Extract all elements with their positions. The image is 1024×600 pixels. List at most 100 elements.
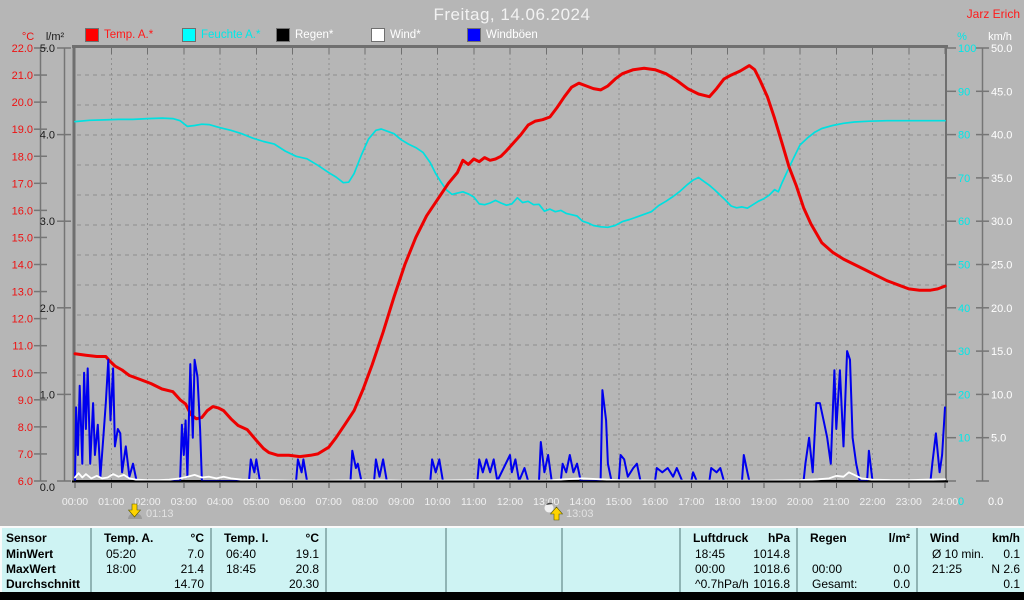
temp-tick-label: 18.0 bbox=[12, 151, 33, 163]
min-time: 18:45 bbox=[695, 547, 726, 561]
max-time: 00:00 bbox=[695, 562, 726, 576]
avg-time: ^0.7hPa/h bbox=[695, 577, 749, 591]
temp-tick-label: 8.0 bbox=[18, 422, 33, 434]
min-value: 7.0 bbox=[187, 547, 204, 561]
sensor-name: Luftdruck bbox=[693, 531, 749, 545]
table-cell-max: 21:25 N 2.6 bbox=[918, 562, 1024, 577]
stats-table: Sensor MinWert MaxWert Durchschnitt Temp. A.… bbox=[0, 526, 1024, 592]
table-col-empty-4 bbox=[561, 528, 679, 592]
temp-axis-unit: °C bbox=[22, 31, 34, 43]
table-cell-min bbox=[798, 547, 916, 562]
x-axis-label: 16:00 bbox=[642, 496, 668, 508]
max-value: 0.0 bbox=[893, 562, 910, 576]
table-col-regen: Regen l/m² 00:00 0.0 Gesamt: 0.0 bbox=[796, 528, 916, 592]
table-row-label: MaxWert bbox=[2, 562, 90, 577]
temp-tick-label: 11.0 bbox=[12, 341, 33, 353]
x-axis-label: 19:00 bbox=[751, 496, 777, 508]
x-axis-label: 21:00 bbox=[823, 496, 849, 508]
windspeed-tick-label: 45.0 bbox=[991, 86, 1012, 98]
min-value: 19.1 bbox=[295, 547, 319, 561]
sensor-unit: °C bbox=[190, 531, 204, 545]
x-axis-label: 10:00 bbox=[424, 496, 450, 508]
max-value: 1018.6 bbox=[753, 562, 790, 576]
temp-tick-label: 6.0 bbox=[18, 476, 33, 488]
x-axis-label: 03:00 bbox=[171, 496, 197, 508]
table-col-empty-2 bbox=[325, 528, 445, 592]
table-cell-avg bbox=[447, 577, 561, 592]
table-col-header: Temp. A. °C bbox=[92, 528, 210, 547]
temp-tick-label: 21.0 bbox=[12, 70, 33, 82]
table-cell-max bbox=[563, 562, 679, 577]
table-row-label: Durchschnitt bbox=[2, 577, 90, 592]
table-cell-min: 05:20 7.0 bbox=[92, 547, 210, 562]
table-cell-avg bbox=[327, 577, 445, 592]
temp-tick-label: 10.0 bbox=[12, 368, 33, 380]
x-axis-label: 08:00 bbox=[352, 496, 378, 508]
x-axis-label: 12:00 bbox=[497, 496, 523, 508]
windspeed-tick-label: 35.0 bbox=[991, 173, 1012, 185]
humidity-tick-label: 10 bbox=[958, 433, 970, 445]
row-label-text: MinWert bbox=[6, 547, 54, 561]
max-time: 18:45 bbox=[226, 562, 257, 576]
table-col-empty-3 bbox=[445, 528, 561, 592]
windspeed-tick-label: 15.0 bbox=[991, 346, 1012, 358]
sensor-unit: km/h bbox=[991, 531, 1020, 545]
table-col-header bbox=[563, 528, 679, 547]
table-cell-max bbox=[327, 562, 445, 577]
windspeed-tick-label: 40.0 bbox=[991, 130, 1012, 142]
min-value: 1014.8 bbox=[753, 547, 790, 561]
humidity-tick-label: 0 bbox=[958, 496, 964, 508]
avg-value: 0.1 bbox=[1003, 577, 1020, 591]
moonrise-time-label: 13:03 bbox=[566, 508, 594, 520]
windspeed-tick-label: 20.0 bbox=[991, 303, 1012, 315]
windspeed-tick-label: 25.0 bbox=[991, 260, 1012, 272]
avg-value: 1016.8 bbox=[753, 577, 790, 591]
x-axis-label: 00:00 bbox=[62, 496, 88, 508]
max-time: 00:00 bbox=[812, 562, 843, 576]
temp-tick-label: 13.0 bbox=[12, 287, 33, 299]
table-row-label: MinWert bbox=[2, 547, 90, 562]
sensor-unit: °C bbox=[305, 531, 319, 545]
sensor-name: Regen bbox=[810, 531, 847, 545]
table-col-temp-a-: Temp. A. °C 05:20 7.0 18:00 21.4 14.70 bbox=[90, 528, 210, 592]
table-cell-avg: 14.70 bbox=[92, 577, 210, 592]
x-axis-label: 06:00 bbox=[279, 496, 305, 508]
table-cell-avg: 0.1 bbox=[918, 577, 1024, 592]
max-time: 21:25 bbox=[932, 562, 963, 576]
table-col-row-labels: Sensor MinWert MaxWert Durchschnitt bbox=[2, 528, 90, 592]
temp-tick-label: 7.0 bbox=[18, 449, 33, 461]
humidity-axis-unit: % bbox=[957, 31, 967, 43]
table-col-header: Luftdruck hPa bbox=[681, 528, 796, 547]
table-col-header bbox=[327, 528, 445, 547]
humidity-tick-label: 100 bbox=[958, 43, 976, 55]
avg-time: Gesamt: bbox=[812, 577, 858, 591]
temp-tick-label: 12.0 bbox=[12, 314, 33, 326]
temp-tick-label: 22.0 bbox=[12, 43, 33, 55]
windspeed-tick-label: 10.0 bbox=[991, 389, 1012, 401]
temp-tick-label: 17.0 bbox=[12, 178, 33, 190]
windspeed-tick-label: 30.0 bbox=[991, 216, 1012, 228]
humidity-tick-label: 70 bbox=[958, 173, 970, 185]
humidity-tick-label: 80 bbox=[958, 130, 970, 142]
table-cell-max: 00:00 1018.6 bbox=[681, 562, 796, 577]
humidity-tick-label: 30 bbox=[958, 346, 970, 358]
table-col-temp-i-: Temp. I. °C 06:40 19.1 18:45 20.8 20.30 bbox=[210, 528, 325, 592]
avg-value: 14.70 bbox=[173, 577, 204, 591]
bottom-strip bbox=[0, 592, 1024, 600]
table-cell-avg bbox=[563, 577, 679, 592]
rain-tick-label: 5.0 bbox=[40, 43, 55, 55]
table-cell-max: 00:00 0.0 bbox=[798, 562, 916, 577]
humidity-tick-label: 50 bbox=[958, 260, 970, 272]
x-axis-label: 17:00 bbox=[678, 496, 704, 508]
min-time: 06:40 bbox=[226, 547, 257, 561]
table-cell-min bbox=[563, 547, 679, 562]
windspeed-tick-label: 50.0 bbox=[991, 43, 1012, 55]
rain-tick-label: 1.0 bbox=[40, 389, 55, 401]
table-col-wind: Wind km/h Ø 10 min. 0.1 21:25 N 2.6 0.1 bbox=[916, 528, 1024, 592]
windspeed-axis-unit: km/h bbox=[988, 31, 1012, 43]
windb-en-curve bbox=[74, 350, 946, 482]
x-axis-label: 01:00 bbox=[98, 496, 124, 508]
x-axis-label: 22:00 bbox=[859, 496, 885, 508]
x-axis-label: 24:00 bbox=[932, 496, 958, 508]
max-value: N 2.6 bbox=[991, 562, 1020, 576]
